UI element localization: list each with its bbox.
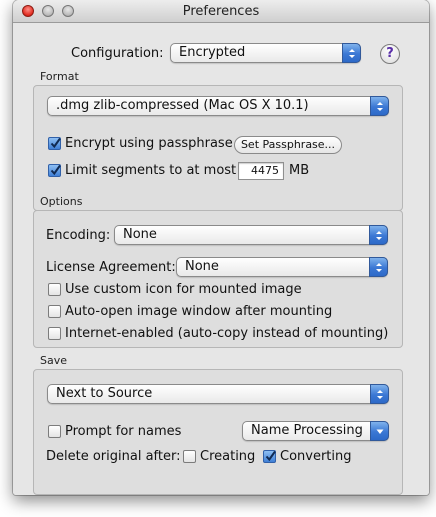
- configuration-label: Configuration:: [71, 46, 164, 61]
- auto-open-checkbox[interactable]: [48, 305, 61, 318]
- preferences-window: Preferences Configuration: Encrypted ? F…: [13, 0, 429, 495]
- title-bar[interactable]: Preferences: [13, 0, 429, 23]
- popup-arrows-icon: [370, 384, 389, 404]
- license-label: License Agreement:: [46, 260, 176, 275]
- auto-open-label: Auto-open image window after mounting: [65, 304, 333, 319]
- name-processing-value: Name Processing: [251, 423, 363, 438]
- limit-segments-checkbox[interactable]: [48, 164, 61, 177]
- popup-arrows-icon: [342, 43, 361, 63]
- window-content: Configuration: Encrypted ? Format .dmg z…: [13, 23, 429, 495]
- prompt-names-label: Prompt for names: [65, 424, 182, 439]
- popup-arrows-icon: [369, 257, 388, 277]
- window-title: Preferences: [182, 4, 260, 19]
- license-value: None: [185, 259, 219, 274]
- segment-size-field[interactable]: 4475: [238, 162, 284, 180]
- custom-icon-checkbox[interactable]: [48, 283, 61, 296]
- configuration-value: Encrypted: [179, 45, 246, 60]
- encrypt-checkbox[interactable]: [48, 137, 61, 150]
- set-passphrase-button[interactable]: Set Passphrase...: [234, 136, 342, 154]
- converting-label: Converting: [280, 449, 352, 464]
- image-format-popup[interactable]: .dmg zlib-compressed (Mac OS X 10.1): [47, 96, 389, 116]
- license-popup[interactable]: None: [176, 257, 388, 277]
- encoding-label: Encoding:: [46, 228, 111, 243]
- delete-original-label: Delete original after:: [46, 449, 181, 464]
- internet-enabled-label: Internet-enabled (auto-copy instead of m…: [65, 326, 389, 341]
- internet-enabled-checkbox[interactable]: [48, 327, 61, 340]
- help-button[interactable]: ?: [380, 44, 400, 64]
- image-format-value: .dmg zlib-compressed (Mac OS X 10.1): [56, 98, 309, 113]
- encoding-value: None: [123, 227, 157, 242]
- custom-icon-label: Use custom icon for mounted image: [65, 282, 302, 297]
- creating-label: Creating: [200, 449, 256, 464]
- segment-size-unit: MB: [289, 163, 310, 178]
- configuration-popup[interactable]: Encrypted: [170, 43, 361, 63]
- encrypt-label: Encrypt using passphrase: [65, 136, 233, 151]
- encoding-popup[interactable]: None: [114, 225, 388, 245]
- prompt-names-checkbox[interactable]: [48, 425, 61, 438]
- converting-checkbox[interactable]: [263, 450, 276, 463]
- save-location-popup[interactable]: Next to Source: [47, 384, 389, 404]
- save-location-value: Next to Source: [56, 386, 153, 401]
- limit-segments-label: Limit segments to at most: [65, 163, 237, 178]
- popup-arrows-icon: [370, 96, 389, 116]
- format-section-label: Format: [40, 70, 79, 83]
- options-section-label: Options: [40, 195, 83, 208]
- name-processing-popup[interactable]: Name Processing: [242, 421, 389, 441]
- pulldown-arrow-icon: [370, 421, 389, 441]
- creating-checkbox[interactable]: [183, 450, 196, 463]
- save-section-label: Save: [40, 354, 68, 367]
- popup-arrows-icon: [369, 225, 388, 245]
